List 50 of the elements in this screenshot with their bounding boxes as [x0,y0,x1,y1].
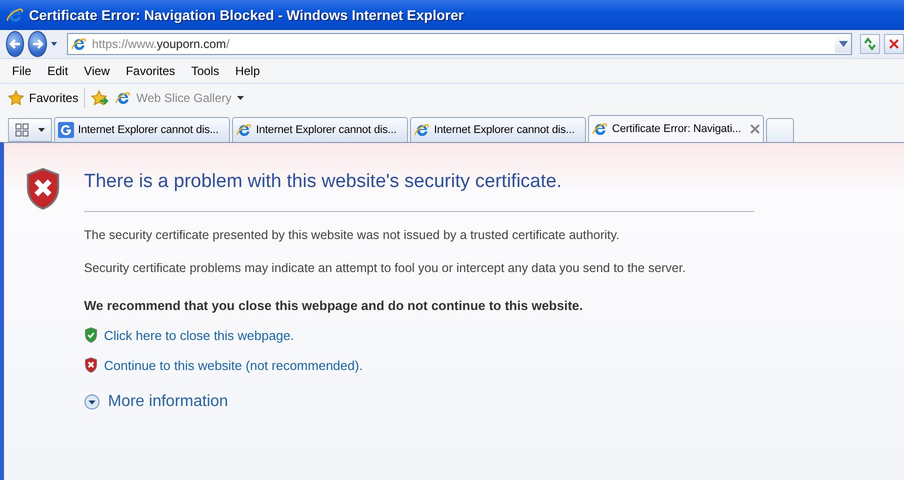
stop-button[interactable] [884,34,904,54]
menu-item[interactable]: Favorites [118,62,184,80]
browser-e-icon [71,36,87,52]
address-dropdown-button[interactable] [835,35,851,53]
more-information-button[interactable]: More information [84,393,228,412]
refresh-button[interactable] [860,34,880,54]
window-title: Certificate Error: Navigation Blocked - Windows Internet Explorer [29,7,464,23]
browser-tab[interactable]: Certificate Error: Navigati... [588,115,764,142]
grid-icon [15,123,30,137]
forward-arrow-icon [30,37,45,51]
browser-tab[interactable]: Internet Explorer cannot dis... [410,117,586,142]
check-shield-icon [84,327,98,344]
browser-tab[interactable]: Internet Explorer cannot dis... [54,117,230,142]
browser-e-icon [592,121,608,137]
paragraph: The security certificate presented by this website was not issued by a trusted certificate authority. [84,227,620,244]
back-button[interactable] [6,31,24,57]
x-shield-icon [84,357,98,374]
g-icon [58,122,74,138]
address-field[interactable]: https://www.youporn.com/ [67,33,852,55]
favorites-button[interactable]: Favorites [8,90,78,106]
menu-item[interactable]: Help [227,62,268,80]
menu-item[interactable]: Edit [39,62,76,80]
chevron-circle-icon [84,394,100,410]
recommendation-text: We recommend that you close this webpage and do not continue to this website. [84,298,584,313]
url-text: https://www.youporn.com/ [92,37,230,51]
error-heading: There is a problem with this website's security certificate. [84,171,754,212]
close-icon [888,38,900,50]
menu-item[interactable]: View [76,62,118,80]
forward-button[interactable] [28,31,47,57]
star-icon [8,90,24,106]
menu-item[interactable]: Tools [183,62,228,80]
browser-e-icon [115,90,132,106]
browser-tab[interactable]: Internet Explorer cannot dis... [232,117,408,142]
close-icon[interactable] [750,124,760,134]
browser-e-icon [236,122,252,138]
link[interactable]: Click here to close this webpage. [104,328,294,343]
browser-e-icon [6,6,24,24]
caret-icon [236,96,244,100]
browser-e-icon [414,122,430,138]
quick-tabs-button[interactable] [8,118,52,142]
link[interactable]: Continue to this website (not recommended). [104,358,363,373]
back-arrow-icon [8,37,22,51]
menu-item[interactable]: File [4,62,40,80]
x-shield-icon [24,167,62,211]
paragraph: Security certificate problems may indicate an attempt to fool you or intercept any data you send to the server. [84,260,687,277]
refresh-arrows-icon [863,37,877,51]
caret-icon [838,41,848,47]
dropdown-arrow-icon[interactable] [50,41,57,47]
add-favorite-icon[interactable] [91,90,110,106]
caret-icon [38,128,45,132]
